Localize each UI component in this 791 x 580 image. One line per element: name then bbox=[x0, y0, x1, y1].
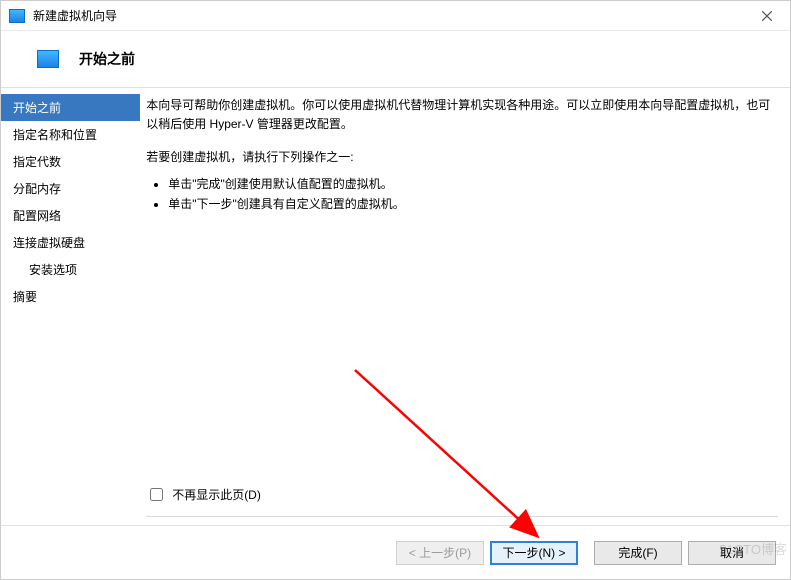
dont-show-again-row: 不再显示此页(D) bbox=[146, 481, 778, 510]
content-divider bbox=[146, 516, 778, 517]
instruction-item: 单击"完成"创建使用默认值配置的虚拟机。 bbox=[168, 174, 778, 194]
intro-text: 本向导可帮助你创建虚拟机。你可以使用虚拟机代替物理计算机实现各种用途。可以立即使… bbox=[146, 96, 778, 134]
page-heading: 开始之前 bbox=[79, 49, 135, 69]
prev-button: < 上一步(P) bbox=[396, 541, 484, 565]
wizard-step[interactable]: 安装选项 bbox=[1, 256, 140, 283]
close-button[interactable] bbox=[744, 1, 790, 31]
instruction-text: 若要创建虚拟机，请执行下列操作之一: bbox=[146, 148, 778, 167]
wizard-step[interactable]: 连接虚拟硬盘 bbox=[1, 229, 140, 256]
instruction-list: 单击"完成"创建使用默认值配置的虚拟机。单击"下一步"创建具有自定义配置的虚拟机… bbox=[146, 174, 778, 215]
wizard-steps-sidebar: 开始之前指定名称和位置指定代数分配内存配置网络连接虚拟硬盘安装选项摘要 bbox=[1, 88, 140, 525]
wizard-content: 本向导可帮助你创建虚拟机。你可以使用虚拟机代替物理计算机实现各种用途。可以立即使… bbox=[140, 88, 790, 525]
titlebar: 新建虚拟机向导 bbox=[1, 1, 790, 31]
instruction-item: 单击"下一步"创建具有自定义配置的虚拟机。 bbox=[168, 194, 778, 214]
wizard-step[interactable]: 开始之前 bbox=[1, 94, 140, 121]
wizard-window: 新建虚拟机向导 开始之前 开始之前指定名称和位置指定代数分配内存配置网络连接虚拟… bbox=[0, 0, 791, 580]
wizard-body: 开始之前指定名称和位置指定代数分配内存配置网络连接虚拟硬盘安装选项摘要 本向导可… bbox=[1, 88, 790, 525]
nav-button-group: < 上一步(P) 下一步(N) > bbox=[396, 541, 578, 565]
dont-show-again-checkbox[interactable] bbox=[150, 488, 163, 501]
vm-app-icon bbox=[9, 9, 25, 23]
wizard-footer: < 上一步(P) 下一步(N) > 完成(F) 取消 bbox=[1, 525, 790, 579]
wizard-step[interactable]: 指定名称和位置 bbox=[1, 121, 140, 148]
wizard-header: 开始之前 bbox=[1, 31, 790, 88]
window-title: 新建虚拟机向导 bbox=[33, 7, 117, 24]
wizard-step[interactable]: 指定代数 bbox=[1, 148, 140, 175]
wizard-step[interactable]: 摘要 bbox=[1, 283, 140, 310]
watermark: 51CTO博客 bbox=[719, 539, 787, 558]
vm-icon bbox=[37, 50, 59, 68]
wizard-step[interactable]: 配置网络 bbox=[1, 202, 140, 229]
next-button[interactable]: 下一步(N) > bbox=[490, 541, 578, 565]
wizard-step[interactable]: 分配内存 bbox=[1, 175, 140, 202]
dont-show-again-label: 不再显示此页(D) bbox=[172, 486, 261, 503]
finish-button[interactable]: 完成(F) bbox=[594, 541, 682, 565]
close-icon bbox=[762, 11, 772, 21]
